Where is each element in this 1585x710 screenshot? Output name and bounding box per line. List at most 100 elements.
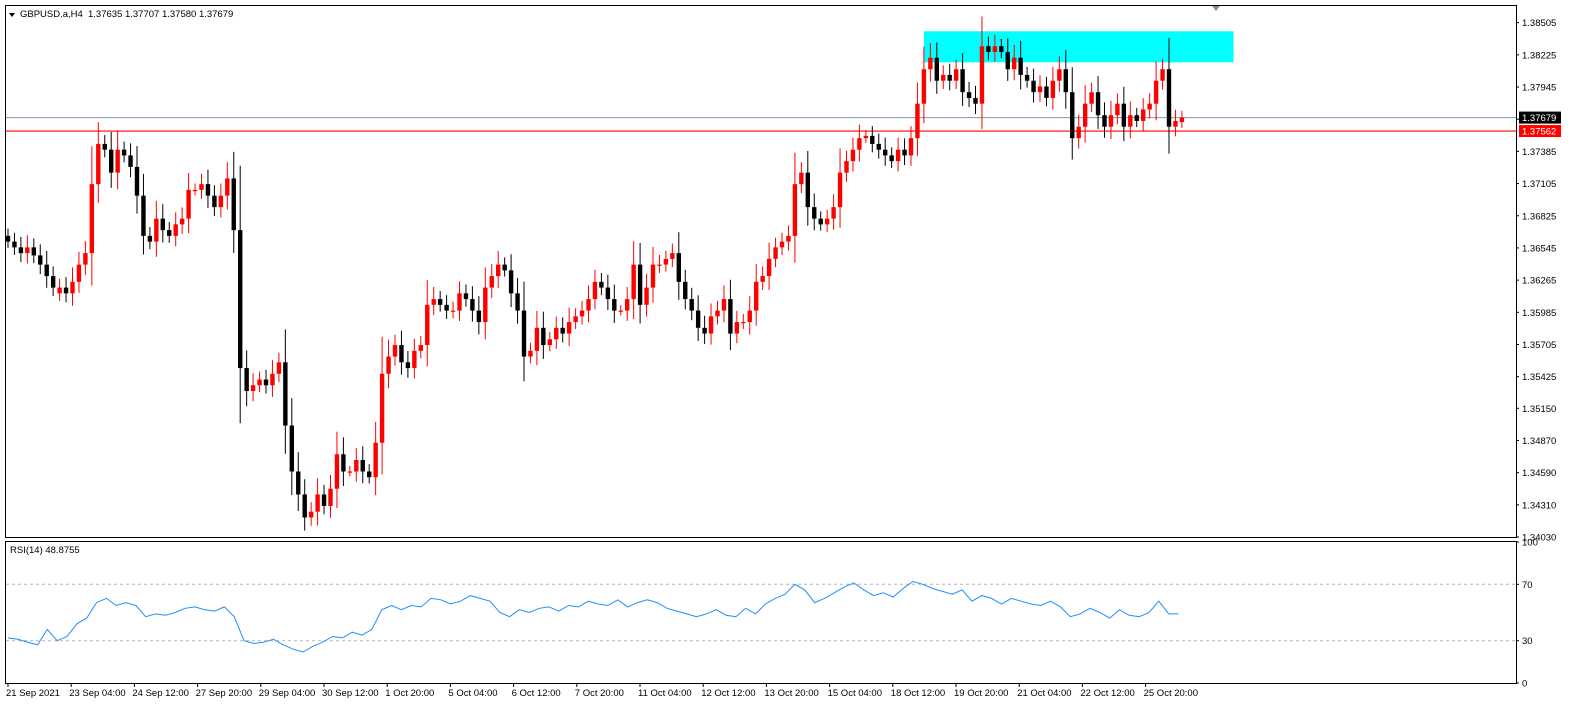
candle-body bbox=[941, 74, 946, 81]
candle-body bbox=[328, 488, 333, 506]
candle-body bbox=[1095, 92, 1101, 116]
candle-body bbox=[953, 69, 959, 81]
candle-body bbox=[360, 459, 365, 472]
time-tick-label: 6 Oct 12:00 bbox=[512, 688, 561, 699]
candle-body bbox=[392, 345, 398, 357]
rsi-tick-label: 30 bbox=[1522, 636, 1533, 647]
price-tick-label: 1.34590 bbox=[1522, 468, 1556, 479]
price-tick-label: 1.34870 bbox=[1522, 436, 1556, 447]
candle-body bbox=[844, 161, 849, 173]
candle-body bbox=[960, 69, 965, 93]
time-tick-label: 24 Sep 12:00 bbox=[132, 688, 189, 699]
candle-body bbox=[308, 511, 314, 518]
main-chart-frame bbox=[5, 5, 1517, 538]
candle-body bbox=[508, 270, 514, 294]
candle-body bbox=[192, 189, 198, 192]
rsi-tick-label: 70 bbox=[1522, 580, 1533, 591]
candle-body bbox=[63, 287, 69, 294]
ohlc-readout: 1.37635 1.37707 1.37580 1.37679 bbox=[88, 9, 233, 20]
candle-body bbox=[1005, 51, 1010, 70]
candle-body bbox=[631, 264, 636, 300]
candle-body bbox=[1121, 103, 1127, 127]
candle-body bbox=[1173, 120, 1178, 127]
time-tick-label: 18 Oct 12:00 bbox=[891, 688, 945, 699]
price-tick-label: 1.35425 bbox=[1522, 372, 1556, 383]
candle-body bbox=[883, 149, 888, 156]
candle-body bbox=[302, 494, 307, 518]
candle-body bbox=[560, 327, 565, 334]
candle-body bbox=[895, 149, 901, 162]
candle-body bbox=[405, 362, 411, 369]
chart-canvas[interactable]: 1.385051.382251.379451.376651.373851.371… bbox=[0, 0, 1585, 710]
price-tick-label: 1.35705 bbox=[1522, 340, 1556, 351]
candle-body bbox=[902, 149, 907, 156]
candle-body bbox=[399, 345, 404, 363]
current-price-tag: 1.37679 bbox=[1522, 113, 1556, 124]
candle-body bbox=[534, 327, 540, 351]
red-line-price-tag: 1.37562 bbox=[1522, 127, 1556, 138]
candle-body bbox=[579, 310, 585, 317]
candle-body bbox=[566, 322, 572, 334]
candle-body bbox=[702, 327, 707, 334]
time-tick-label: 5 Oct 04:00 bbox=[448, 688, 497, 699]
candle-body bbox=[321, 494, 327, 506]
price-tick-label: 1.36265 bbox=[1522, 276, 1556, 287]
candle-body bbox=[218, 195, 224, 208]
candle-body bbox=[115, 149, 120, 173]
candle-body bbox=[1141, 109, 1146, 121]
candle-body bbox=[721, 299, 727, 311]
candle-body bbox=[83, 253, 88, 265]
candle-body bbox=[57, 287, 62, 294]
candle-body bbox=[489, 276, 494, 288]
candle-body bbox=[134, 166, 140, 196]
candle-body bbox=[850, 149, 856, 162]
candle-body bbox=[154, 218, 159, 242]
candle-body bbox=[876, 143, 881, 150]
candle-body bbox=[412, 350, 417, 369]
candle-body bbox=[205, 184, 211, 196]
candle-body bbox=[173, 224, 178, 236]
candle-body bbox=[547, 339, 552, 346]
candle-body bbox=[708, 316, 714, 334]
candle-body bbox=[212, 195, 217, 208]
candle-body bbox=[837, 172, 843, 208]
candle-body bbox=[367, 471, 372, 478]
candle-body bbox=[1044, 86, 1049, 98]
candle-body bbox=[747, 310, 752, 323]
candle-body bbox=[715, 310, 720, 317]
candle-body bbox=[521, 310, 527, 357]
price-tick-label: 1.37945 bbox=[1522, 83, 1556, 94]
candle-body bbox=[773, 247, 778, 259]
candle-body bbox=[741, 322, 746, 324]
candle-body bbox=[296, 471, 301, 495]
candle-body bbox=[986, 46, 991, 52]
candle-body bbox=[31, 247, 36, 256]
candle-body bbox=[470, 299, 475, 311]
candle-body bbox=[450, 310, 456, 312]
candle-body bbox=[463, 293, 469, 300]
time-tick-label: 25 Oct 20:00 bbox=[1144, 688, 1198, 699]
candle-body bbox=[5, 235, 11, 242]
candle-body bbox=[1076, 126, 1081, 139]
candle-body bbox=[1166, 69, 1172, 127]
candle-body bbox=[528, 350, 533, 357]
candle-body bbox=[1031, 80, 1036, 93]
candle-body bbox=[141, 195, 146, 236]
candle-body bbox=[379, 373, 385, 443]
price-tick-label: 1.37385 bbox=[1522, 147, 1556, 158]
symbol-label: GBPUSD.a,H4 bbox=[20, 9, 83, 20]
candle-body bbox=[928, 57, 933, 70]
candle-body bbox=[276, 362, 282, 374]
candle-body bbox=[147, 235, 153, 242]
candle-body bbox=[102, 143, 107, 150]
candle-body bbox=[754, 281, 759, 311]
candle-body bbox=[38, 255, 43, 265]
candle-body bbox=[225, 178, 230, 196]
price-tick-label: 1.36825 bbox=[1522, 211, 1556, 222]
candle-body bbox=[1082, 103, 1088, 127]
candle-body bbox=[644, 287, 649, 305]
candle-body bbox=[618, 310, 623, 312]
candle-body bbox=[496, 264, 501, 277]
candle-body bbox=[437, 299, 443, 305]
candle-body bbox=[695, 310, 701, 328]
